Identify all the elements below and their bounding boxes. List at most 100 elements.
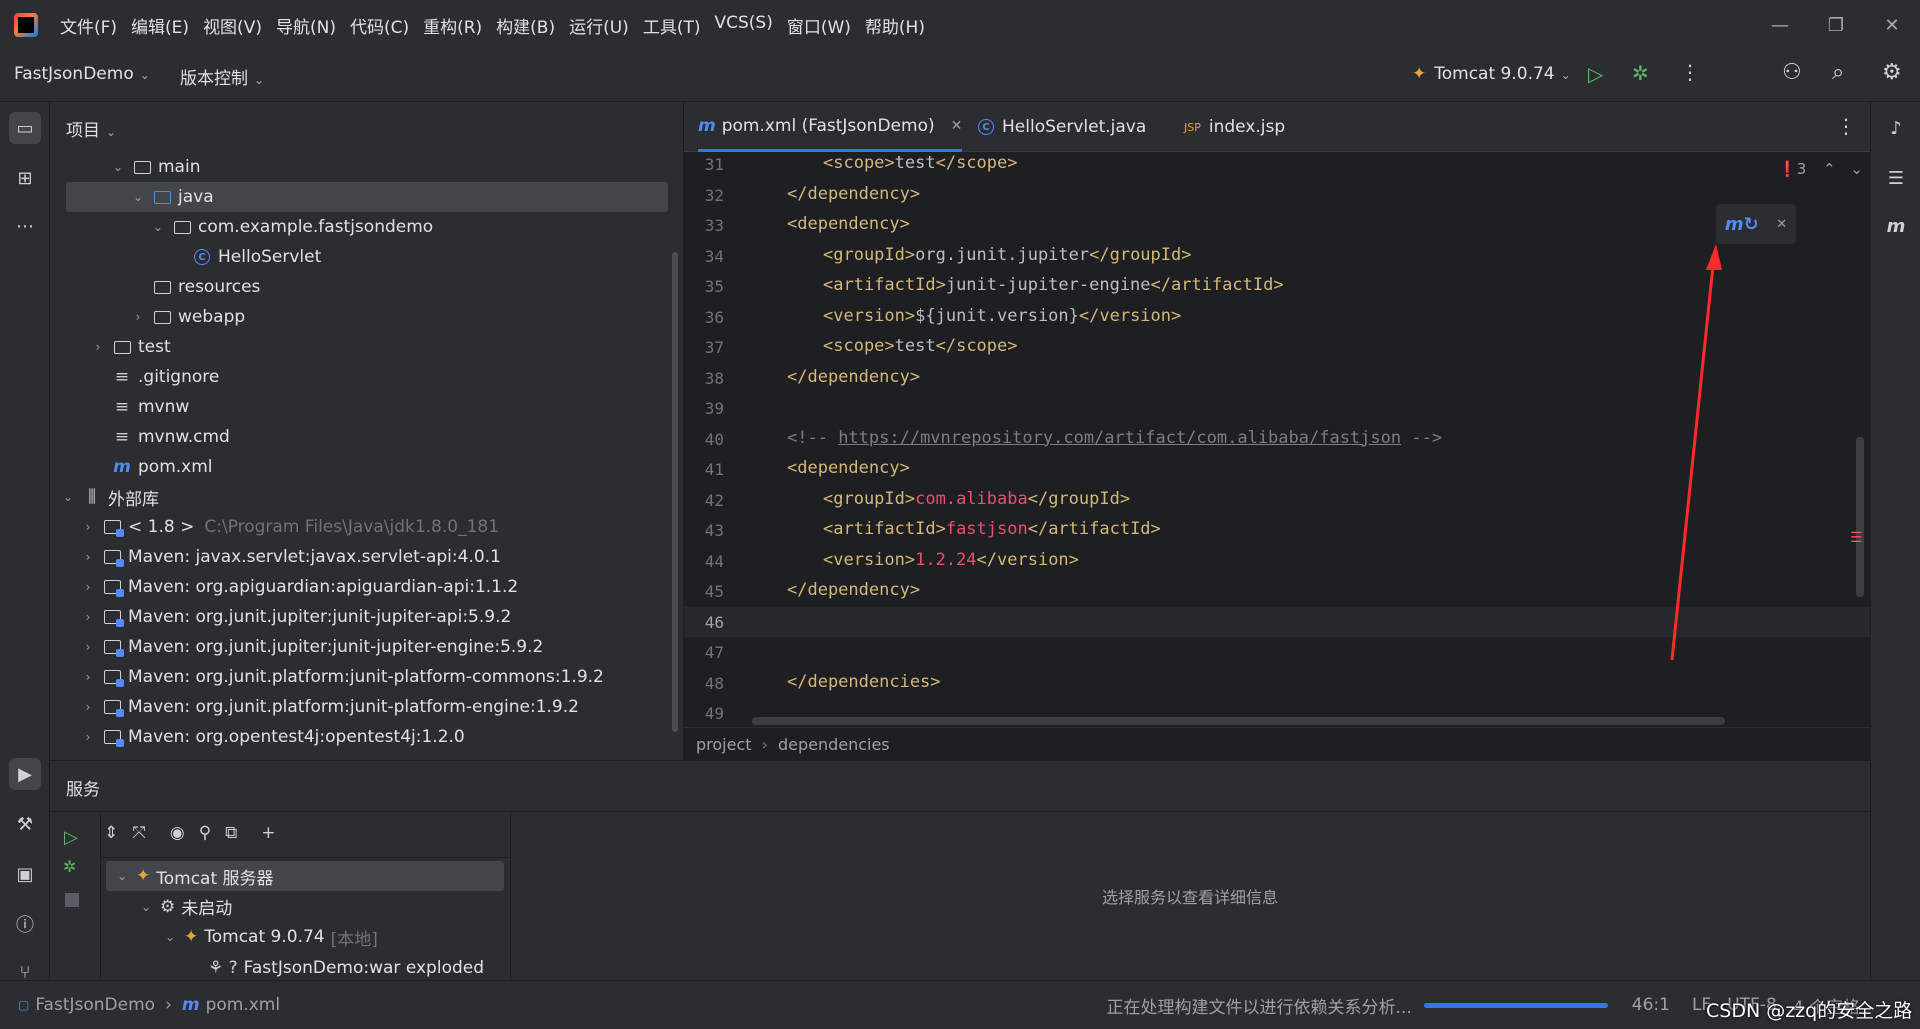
service-tree-item[interactable]: ⌄ ✦ Tomcat 9.0.74 [本地] xyxy=(100,922,510,952)
more-tools-icon[interactable]: ⋯ xyxy=(9,210,41,242)
caret-position[interactable]: 46:1 xyxy=(1632,995,1670,1015)
menu-item[interactable]: 工具(T) xyxy=(643,13,701,38)
chevron-down-icon[interactable]: ⌄ xyxy=(1850,160,1863,178)
tree-item[interactable]: › Maven: org.junit.platform:junit-platfor… xyxy=(50,692,670,722)
chevron-right-icon[interactable]: › xyxy=(80,550,96,564)
problems-icon[interactable]: ⓘ xyxy=(9,908,41,940)
tree-item[interactable]: ≡ mvnw.cmd xyxy=(50,422,670,452)
menu-item[interactable]: VCS(S) xyxy=(714,13,772,38)
chevron-right-icon[interactable]: › xyxy=(80,640,96,654)
chevron-up-icon[interactable]: ⌃ xyxy=(1823,160,1836,178)
menu-item[interactable]: 视图(V) xyxy=(203,13,262,38)
service-tree-item[interactable]: ⌄ ⚙ 未启动 xyxy=(100,892,510,922)
maven-reload-icon[interactable]: m↻ xyxy=(1725,214,1759,235)
chevron-right-icon[interactable]: › xyxy=(90,340,106,354)
chevron-right-icon[interactable]: › xyxy=(80,520,96,534)
tab-pom-xml[interactable]: m pom.xml (FastJsonDemo) ✕ xyxy=(698,102,963,152)
project-selector[interactable]: FastJsonDemo ⌄ xyxy=(14,64,150,84)
run-service-icon[interactable]: ▷ xyxy=(64,827,78,848)
chevron-right-icon[interactable]: › xyxy=(80,730,96,744)
status-crumb-project[interactable]: FastJsonDemo xyxy=(35,995,155,1015)
tree-item[interactable]: resources xyxy=(50,272,670,302)
code-token[interactable]: https://mvnrepository.com/artifact/com.a… xyxy=(838,428,1401,448)
add-service-icon[interactable]: + xyxy=(261,823,275,843)
menu-item[interactable]: 编辑(E) xyxy=(131,13,189,38)
vcs-selector[interactable]: 版本控制 ⌄ xyxy=(180,64,264,89)
menu-item[interactable]: 导航(N) xyxy=(276,13,336,38)
menu-item[interactable]: 代码(C) xyxy=(350,13,409,38)
chevron-down-icon[interactable]: ⌄ xyxy=(162,930,178,944)
tree-item[interactable]: › webapp xyxy=(50,302,670,332)
tree-item[interactable]: › Maven: org.opentest4j:opentest4j:1.2.0 xyxy=(50,722,670,752)
run-icon[interactable]: ▷ xyxy=(1588,62,1603,86)
code-editor[interactable]: 31 <scope>test</scope> 32 </dependency> 33 <d… xyxy=(684,152,1870,727)
status-crumb-file[interactable]: pom.xml xyxy=(206,995,281,1015)
chevron-right-icon[interactable]: › xyxy=(80,670,96,684)
breadcrumb-project[interactable]: project xyxy=(696,735,752,754)
close-window-icon[interactable]: ✕ xyxy=(1864,0,1920,50)
tab-index-jsp[interactable]: JSP index.jsp xyxy=(1184,102,1285,152)
tree-item[interactable]: m pom.xml xyxy=(50,452,670,482)
chevron-down-icon[interactable]: ⌄ xyxy=(60,490,76,504)
close-popup-icon[interactable]: ✕ xyxy=(1776,217,1787,232)
chevron-right-icon[interactable]: › xyxy=(80,700,96,714)
chevron-down-icon[interactable]: ⌄ xyxy=(138,900,154,914)
collapse-all-icon[interactable]: ⤧ xyxy=(132,823,146,843)
minimize-icon[interactable]: — xyxy=(1752,0,1808,50)
chevron-down-icon[interactable]: ⌄ xyxy=(130,190,146,204)
tree-item[interactable]: ⌄ main xyxy=(50,152,670,182)
chevron-right-icon[interactable]: › xyxy=(130,310,146,324)
chevron-right-icon[interactable]: › xyxy=(80,580,96,594)
maven-tool-icon[interactable]: m xyxy=(1880,210,1912,242)
project-panel-header[interactable]: 项目 ⌄ xyxy=(66,116,116,141)
editor-vertical-scrollbar[interactable] xyxy=(1856,437,1864,597)
show-eye-icon[interactable]: ◉ xyxy=(170,823,185,843)
chevron-down-icon[interactable]: ⌄ xyxy=(150,220,166,234)
expand-all-icon[interactable]: ⇕ xyxy=(104,823,118,843)
menu-item[interactable]: 窗口(W) xyxy=(787,13,851,38)
menu-item[interactable]: 重构(R) xyxy=(423,13,482,38)
services-icon[interactable]: ▶ xyxy=(9,758,41,790)
breadcrumb-dependencies[interactable]: dependencies xyxy=(778,735,890,754)
search-icon[interactable]: ⌕ xyxy=(1832,60,1844,85)
build-hammer-icon[interactable]: ⚒ xyxy=(9,808,41,840)
run-config-selector[interactable]: ✦ Tomcat 9.0.74 ⌄ xyxy=(1412,64,1571,84)
tree-item[interactable]: › Maven: org.junit.platform:junit-platfor… xyxy=(50,662,670,692)
notifications-bell-icon[interactable]: ♪ xyxy=(1880,112,1912,144)
project-scrollbar[interactable] xyxy=(672,252,678,732)
menu-item[interactable]: 帮助(H) xyxy=(865,13,925,38)
tree-item[interactable]: ≡ mvnw xyxy=(50,392,670,422)
tab-helloservlet[interactable]: C HelloServlet.java xyxy=(978,102,1146,152)
terminal-icon[interactable]: ▣ xyxy=(9,858,41,890)
tree-item[interactable]: › Maven: org.apiguardian:apiguardian-api:… xyxy=(50,572,670,602)
restore-icon[interactable]: ❐ xyxy=(1808,0,1864,50)
debug-icon[interactable]: ✲ xyxy=(1632,61,1649,85)
close-tab-icon[interactable]: ✕ xyxy=(951,118,963,134)
menu-item[interactable]: 构建(B) xyxy=(496,13,555,38)
tree-item[interactable]: › test xyxy=(50,332,670,362)
debug-service-icon[interactable]: ✲ xyxy=(63,857,76,876)
tree-item[interactable]: › Maven: org.junit.jupiter:junit-jupiter-… xyxy=(50,602,670,632)
menu-item[interactable]: 文件(F) xyxy=(60,13,117,38)
chevron-right-icon[interactable]: › xyxy=(80,610,96,624)
tree-item[interactable]: › < 1.8 > C:\Program Files\Java\jdk1.8.0_1… xyxy=(50,512,670,542)
database-icon[interactable]: ☰ xyxy=(1880,162,1912,194)
project-folder-icon[interactable]: ▭ xyxy=(9,112,41,144)
stop-service-icon[interactable] xyxy=(65,893,79,907)
filter-icon[interactable]: ⚲ xyxy=(199,823,211,843)
chevron-down-icon[interactable]: ⌄ xyxy=(110,160,126,174)
tree-item[interactable]: ⌄ com.example.fastjsondemo xyxy=(50,212,670,242)
add-user-icon[interactable]: ⚇ xyxy=(1782,60,1802,85)
tree-item[interactable]: › Maven: org.junit.jupiter:junit-jupiter-… xyxy=(50,632,670,662)
more-actions-icon[interactable]: ⋮ xyxy=(1680,60,1700,84)
menu-item[interactable]: 运行(U) xyxy=(569,13,629,38)
tab-options-icon[interactable]: ⋮ xyxy=(1836,114,1856,138)
tree-item[interactable]: C HelloServlet xyxy=(50,242,670,272)
tree-item[interactable]: ⌄ ⫼ 外部库 xyxy=(50,482,670,512)
problems-indicator[interactable]: ❗3 ⌃ ⌄ xyxy=(1778,160,1863,178)
background-task-label[interactable]: 正在处理构建文件以进行依赖关系分析... xyxy=(1107,993,1412,1018)
chevron-down-icon[interactable]: ⌄ xyxy=(114,869,130,883)
tree-item[interactable]: ⌄ java xyxy=(66,182,668,212)
service-tree-item[interactable]: ⚘ ? FastJsonDemo:war exploded xyxy=(100,953,510,983)
new-tab-icon[interactable]: ⧉ xyxy=(225,823,237,843)
